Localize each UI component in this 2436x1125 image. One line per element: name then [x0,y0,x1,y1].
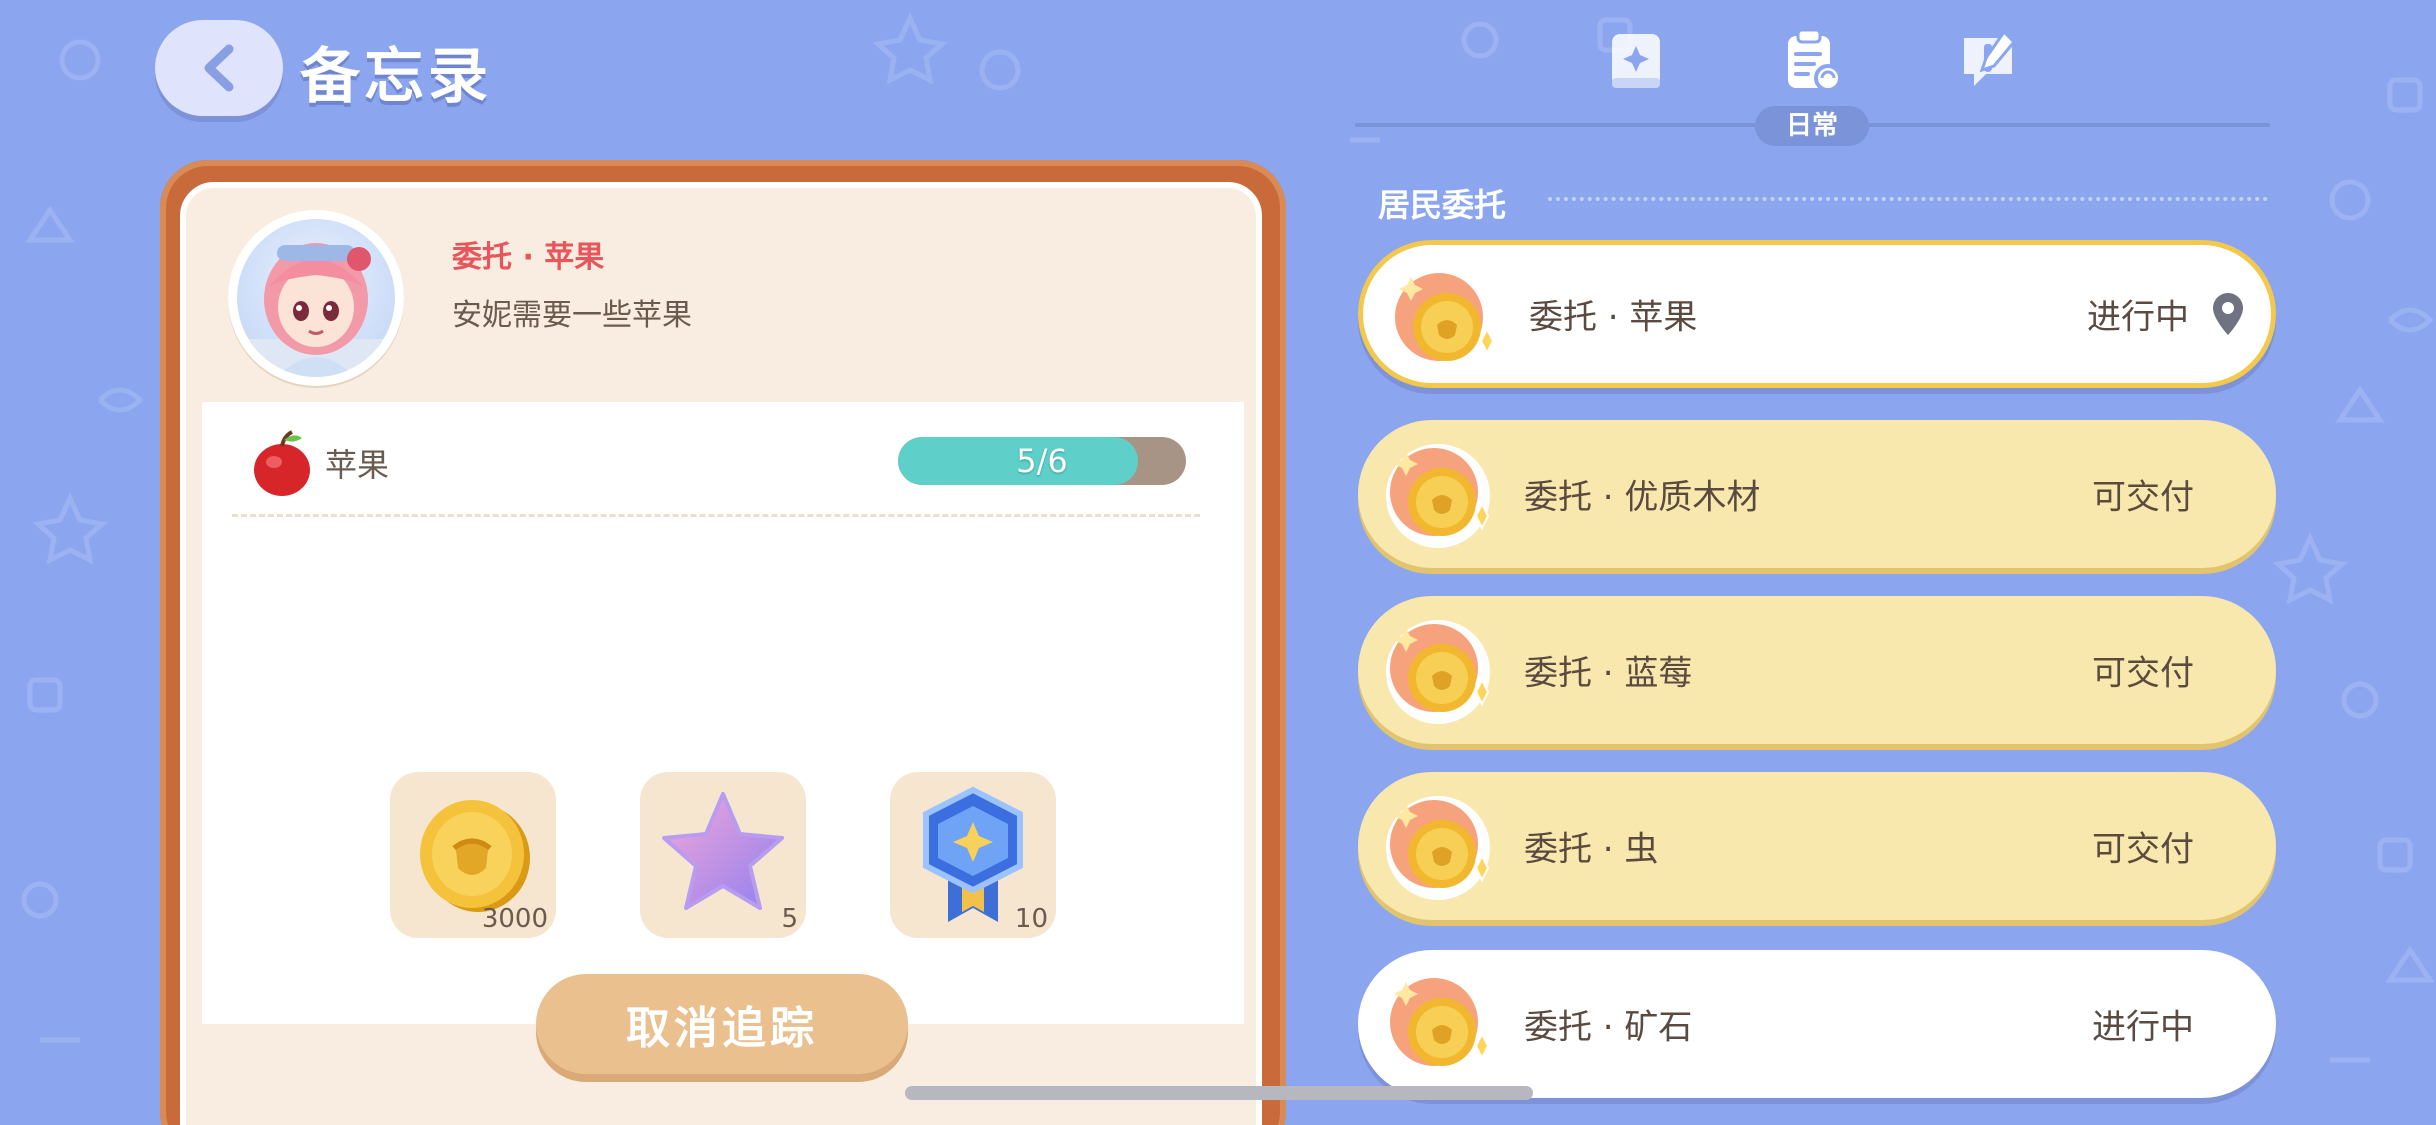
quest-list-item[interactable]: 委托 · 虫 可交付 [1358,772,2276,920]
reward-count: 3000 [481,904,548,934]
commission-coin-icon [1386,974,1490,1078]
cancel-tracking-button[interactable]: 取消追踪 [536,974,908,1074]
npc-avatar [228,210,404,386]
page-title: 备忘录 [300,42,492,112]
quest-list-name: 委托 · 苹果 [1529,297,1698,338]
book-icon[interactable] [1604,28,1668,94]
tab-daily-label[interactable]: 日常 [1755,106,1869,146]
quest-list-name: 委托 · 蓝莓 [1524,653,1693,694]
apple-icon [254,430,310,496]
reward-badge[interactable]: 10 [890,772,1056,938]
quest-list-status: 可交付 [2092,829,2194,870]
quest-list-status: 可交付 [2092,477,2194,518]
quest-list-status: 可交付 [2092,653,2194,694]
quest-list-status: 进行中 [2092,1007,2194,1048]
reward-count: 10 [1014,904,1048,934]
home-indicator[interactable] [905,1086,1533,1100]
commission-coin-icon [1386,444,1490,548]
quest-description: 安妮需要一些苹果 [452,298,692,333]
quest-list-name: 委托 · 矿石 [1524,1007,1693,1048]
reward-count: 5 [781,904,798,934]
section-divider [1548,197,2268,201]
chevron-left-icon [204,44,234,92]
requirement-item-label: 苹果 [325,446,390,484]
divider [232,514,1200,517]
quest-list-status: 进行中 [2087,297,2189,338]
reward-star[interactable]: 5 [640,772,806,938]
quest-name: 委托 · 苹果 [452,240,605,275]
reward-coin[interactable]: 3000 [390,772,556,938]
daily-clipboard-icon[interactable] [1780,28,1844,94]
notice-icon[interactable] [1956,28,2020,94]
requirement-progress-bar: 5/6 [898,437,1186,485]
back-button[interactable] [155,20,283,116]
quest-list-item[interactable]: 委托 · 优质木材 可交付 [1358,420,2276,568]
quest-list-item[interactable]: 委托 · 苹果 进行中 [1358,240,2276,388]
quest-list-name: 委托 · 虫 [1524,829,1659,870]
quest-list-name: 委托 · 优质木材 [1524,477,1761,518]
commission-coin-icon [1391,269,1495,373]
progress-text: 5/6 [1016,442,1068,480]
section-title: 居民委托 [1378,186,1507,224]
npc-portrait-icon [237,243,395,377]
quest-list-item[interactable]: 委托 · 矿石 进行中 [1358,950,2276,1098]
location-pin-icon[interactable] [2211,291,2245,337]
commission-coin-icon [1386,620,1490,724]
commission-coin-icon [1386,796,1490,900]
quest-list-item[interactable]: 委托 · 蓝莓 可交付 [1358,596,2276,744]
